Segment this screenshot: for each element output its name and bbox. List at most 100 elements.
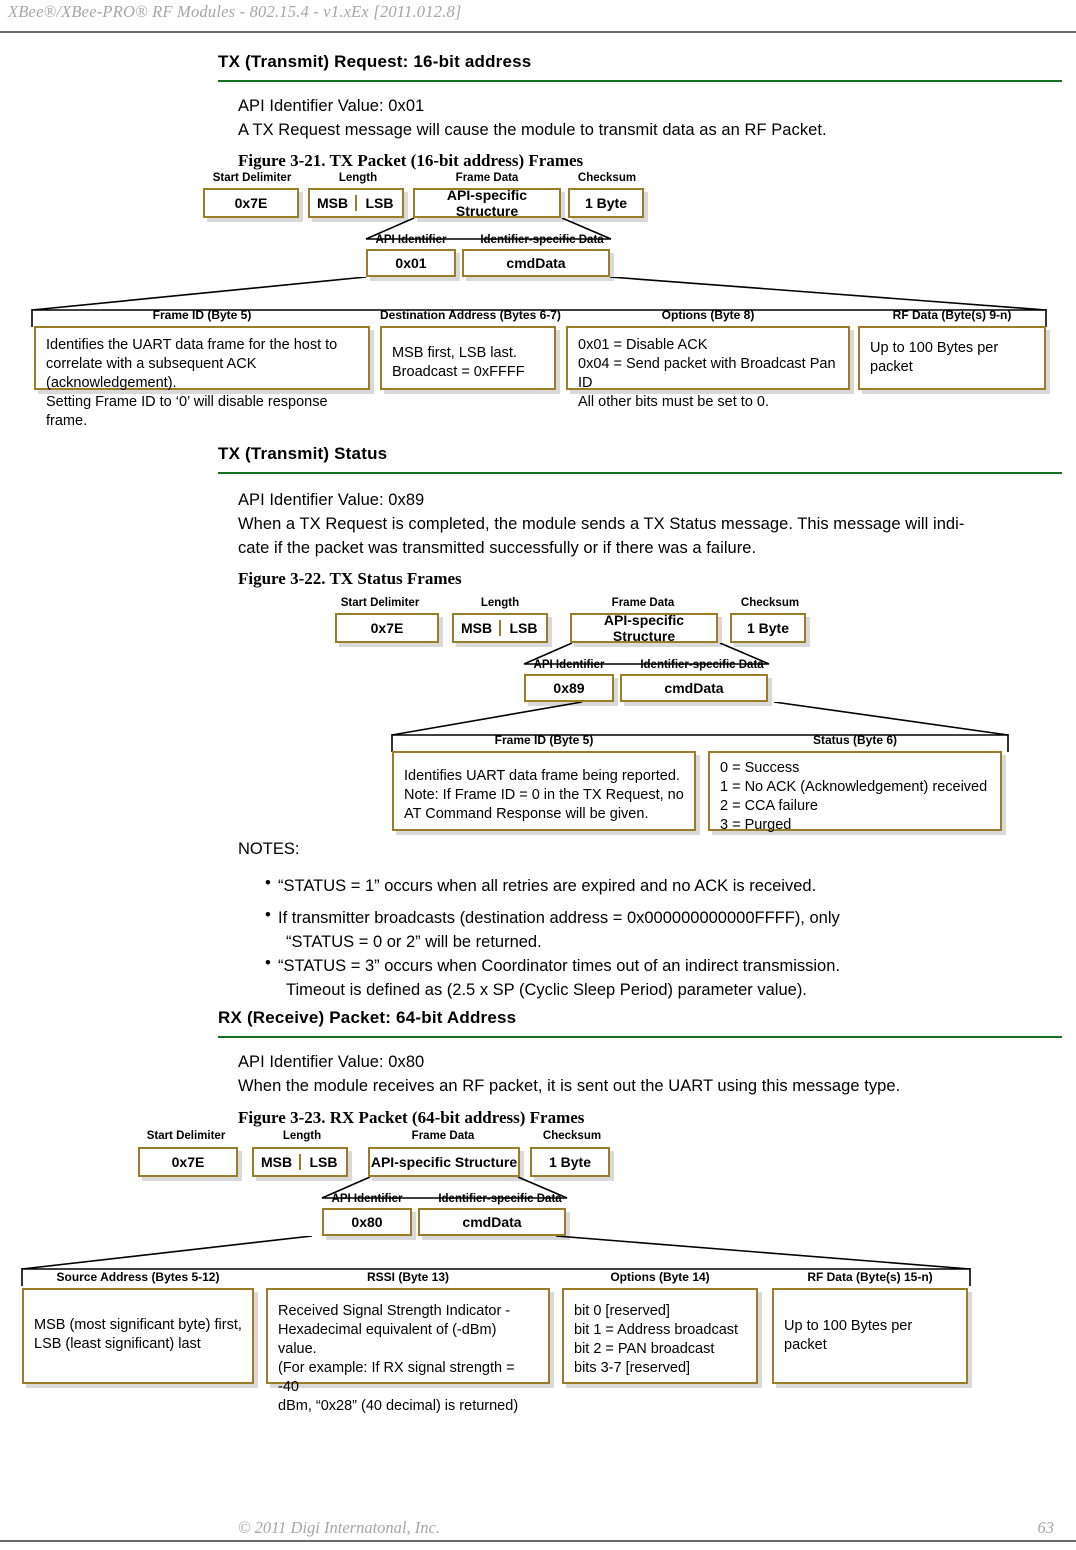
fig22-label-length: Length (480, 597, 520, 609)
fig23-box-frame-data: API-specific Structure (368, 1147, 520, 1177)
fig21-detail-1-line-1: Broadcast = 0xFFFF (392, 364, 525, 380)
fig23-detail-1-line-3: dBm, “0x28” (40 decimal) is returned) (278, 1398, 519, 1414)
section-rx-packet-64bit: RX (Receive) Packet: 64-bit Address (218, 1008, 1062, 1028)
fig23-label-api-identifier: API Identifier (331, 1193, 403, 1205)
fig21-box-lsb: LSB (355, 195, 402, 211)
fig23-detail-head-1: RSSI (Byte 13) (366, 1270, 450, 1284)
fig22-detail-head-0: Frame ID (Byte 5) (494, 733, 594, 747)
fig23-detail-2-line-0: bit 0 [reserved] (574, 1303, 670, 1319)
fig21-detail-3-line-0: Up to 100 Bytes per packet (870, 340, 999, 375)
fig23-detail-3-line-0: Up to 100 Bytes per packet (784, 1318, 913, 1353)
tx-status-description-line2: cate if the packet was transmitted succe… (238, 539, 757, 557)
fig23-box-lsb: LSB (299, 1154, 346, 1170)
fig22-label-start-delimiter: Start Delimiter (340, 597, 420, 609)
fig23-box-start-delimiter: 0x7E (138, 1147, 238, 1177)
fig22-detail-box-1: 0 = Success 1 = No ACK (Acknowledgement)… (708, 751, 1002, 833)
section-title-tx-request: TX (Transmit) Request: 16-bit address (218, 52, 532, 71)
note-bullet-2: • (265, 954, 271, 972)
fig22-label-identifier-specific-data: Identifier-specific Data (640, 659, 764, 671)
fig22-connector-fan (391, 702, 1009, 736)
fig22-box-frame-data: API-specific Structure (570, 612, 718, 644)
fig21-detail-head-1: Destination Address (Bytes 6-7) (380, 308, 561, 322)
fig23-detail-head-2: Options (Byte 14) (610, 1270, 710, 1284)
fig21-label-start-delimiter: Start Delimiter (212, 172, 292, 184)
tx-request-description: A TX Request message will cause the modu… (238, 121, 827, 139)
fig22-detail-0-line-2: AT Command Response will be given. (404, 806, 649, 822)
fig21-detail-2-line-0: 0x01 = Disable ACK (578, 337, 708, 353)
fig21-detail-2-line-1: 0x04 = Send packet with Broadcast Pan ID (578, 356, 836, 391)
note-2-line-1: Timeout is defined as (2.5 x SP (Cyclic … (286, 981, 807, 999)
rx-packet-api-line: API Identifier Value: 0x80 (238, 1053, 425, 1071)
fig23-detail-box-2: bit 0 [reserved] bit 1 = Address broadca… (562, 1288, 758, 1384)
figure-3-21-caption: Figure 3-21. TX Packet (16-bit address) … (238, 151, 584, 170)
fig21-detail-head-0: Frame ID (Byte 5) (152, 308, 252, 322)
fig23-box-checksum: 1 Byte (530, 1147, 610, 1177)
fig21-box-api-identifier: 0x01 (366, 249, 456, 277)
fig21-label-frame-data: Frame Data (455, 172, 519, 184)
fig21-box-checksum: 1 Byte (568, 188, 644, 218)
fig23-detail-head-0: Source Address (Bytes 5-12) (56, 1270, 220, 1284)
page-header-title: XBee®/XBee-PRO® RF Modules - 802.15.4 - … (8, 2, 462, 21)
fig23-detail-2-line-2: bit 2 = PAN broadcast (574, 1341, 715, 1357)
section-rule-rx-packet (218, 1036, 1062, 1038)
fig21-detail-1-line-0: MSB first, LSB last. (392, 345, 517, 361)
fig22-detail-box-0: Identifies UART data frame being reporte… (392, 751, 696, 831)
fig22-box-identifier-specific-data: cmdData (620, 674, 768, 702)
notes-label: NOTES: (238, 840, 300, 858)
fig23-label-start-delimiter: Start Delimiter (146, 1130, 226, 1142)
fig22-detail-1-line-2: 2 = CCA failure (720, 798, 818, 814)
fig21-detail-box-2: 0x01 = Disable ACK 0x04 = Send packet wi… (566, 326, 850, 410)
fig23-detail-1-line-0: Received Signal Strength Indicator - (278, 1303, 511, 1319)
section-tx-status: TX (Transmit) Status (218, 444, 1062, 464)
fig23-detail-head-3: RF Data (Byte(s) 15-n) (807, 1270, 933, 1284)
fig22-label-api-identifier: API Identifier (533, 659, 605, 671)
fig23-box-length: MSB LSB (252, 1147, 348, 1177)
note-bullet-0: • (265, 874, 271, 892)
section-title-rx-packet: RX (Receive) Packet: 64-bit Address (218, 1008, 517, 1027)
fig21-connector-fan (31, 277, 1047, 311)
note-bullet-1: • (265, 906, 271, 924)
fig23-detail-0-line-1: LSB (least significant) last (34, 1336, 201, 1352)
fig23-detail-1-line-1: Hexadecimal equivalent of (-dBm) value. (278, 1322, 497, 1357)
fig21-box-frame-data: API-specific Structure (413, 187, 561, 219)
fig23-detail-2-line-3: bits 3-7 [reserved] (574, 1360, 691, 1376)
page-header: XBee®/XBee-PRO® RF Modules - 802.15.4 - … (0, 0, 1076, 40)
note-1-line-0: If transmitter broadcasts (destination a… (278, 909, 840, 927)
page-number: 63 (1037, 1518, 1055, 1537)
note-1-line-1: “STATUS = 0 or 2” will be returned. (286, 933, 542, 951)
fig21-detail-box-0: Identifies the UART data frame for the h… (34, 326, 370, 429)
note-2-line-0: “STATUS = 3” occurs when Coordinator tim… (278, 957, 840, 975)
fig23-detail-1-line-2: (For example: If RX signal strength = -4… (278, 1360, 515, 1395)
fig21-box-length: MSB LSB (308, 188, 404, 218)
note-item-1: If transmitter broadcasts (destination a… (278, 906, 1038, 954)
fig22-box-checksum: 1 Byte (730, 613, 806, 643)
fig22-label-checksum: Checksum (740, 597, 800, 609)
fig23-label-checksum: Checksum (542, 1130, 602, 1142)
fig21-box-identifier-specific-data: cmdData (462, 249, 610, 277)
fig22-box-api-identifier: 0x89 (524, 674, 614, 702)
tx-status-description-line1: When a TX Request is completed, the modu… (238, 515, 965, 533)
section-rule-tx-request (218, 80, 1062, 82)
fig22-box-lsb: LSB (499, 620, 546, 636)
fig23-box-api-identifier: 0x80 (322, 1208, 412, 1236)
fig23-detail-box-0: MSB (most significant byte) first, LSB (… (22, 1288, 254, 1384)
fig21-detail-head-3: RF Data (Byte(s) 9-n) (892, 308, 1012, 322)
fig21-detail-0-line-0: Identifies the UART data frame for the h… (46, 337, 338, 353)
fig23-label-identifier-specific-data: Identifier-specific Data (438, 1193, 562, 1205)
fig22-box-msb: MSB (460, 620, 493, 636)
fig23-label-length: Length (282, 1130, 322, 1142)
fig23-detail-box-1: Received Signal Strength Indicator - Hex… (266, 1288, 550, 1414)
fig21-label-checksum: Checksum (577, 172, 637, 184)
fig23-box-identifier-specific-data: cmdData (418, 1208, 566, 1236)
fig21-label-api-identifier: API Identifier (375, 234, 447, 246)
note-item-2: “STATUS = 3” occurs when Coordinator tim… (278, 954, 1058, 1002)
fig21-box-start-delimiter: 0x7E (203, 188, 299, 218)
note-0-line-0: “STATUS = 1” occurs when all retries are… (278, 877, 817, 895)
page-footer-divider (0, 1540, 1076, 1542)
fig21-detail-head-2: Options (Byte 8) (661, 308, 755, 322)
note-item-0: “STATUS = 1” occurs when all retries are… (278, 874, 1038, 898)
fig21-detail-box-3: Up to 100 Bytes per packet (858, 326, 1046, 390)
rx-packet-description: When the module receives an RF packet, i… (238, 1077, 901, 1095)
fig23-connector-fan (21, 1236, 971, 1270)
section-title-tx-status: TX (Transmit) Status (218, 444, 388, 463)
